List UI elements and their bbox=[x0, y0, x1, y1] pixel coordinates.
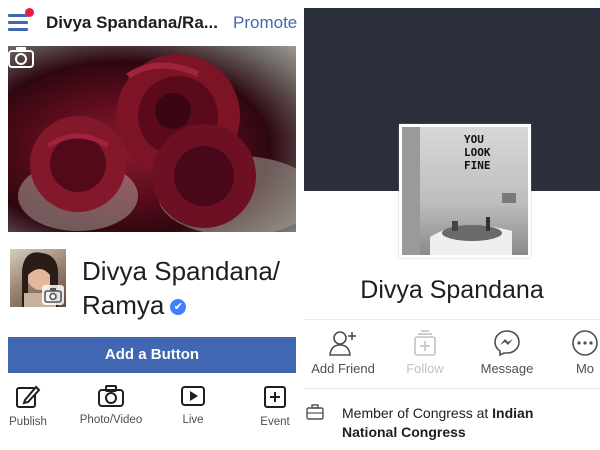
profile-name: Divya Spandana bbox=[360, 276, 544, 304]
event-action[interactable]: Event bbox=[257, 384, 293, 428]
add-friend-label: Add Friend bbox=[311, 361, 375, 376]
play-icon bbox=[181, 386, 205, 406]
work-info: Member of Congress at Indian National Co… bbox=[342, 404, 592, 442]
follow-button[interactable]: Follow bbox=[402, 329, 448, 376]
promote-link[interactable]: Promote bbox=[233, 13, 297, 33]
live-action[interactable]: Live bbox=[176, 384, 210, 426]
live-label: Live bbox=[182, 414, 204, 426]
add-event-icon bbox=[264, 386, 286, 408]
follow-label: Follow bbox=[406, 361, 444, 376]
page-actions: Publish Photo/Video Live Event bbox=[0, 384, 300, 434]
separator bbox=[304, 388, 600, 389]
publish-action[interactable]: Publish bbox=[6, 384, 50, 428]
messenger-icon bbox=[494, 330, 520, 357]
profile-name-line2: Ramya bbox=[82, 290, 165, 320]
publish-label: Publish bbox=[9, 416, 47, 428]
more-label: Mo bbox=[575, 361, 595, 376]
edit-icon bbox=[16, 385, 41, 408]
camera-icon[interactable] bbox=[8, 46, 34, 68]
menu-icon[interactable] bbox=[8, 8, 34, 32]
page-view-left: Divya Spandana/Ra... Promote Divya Spand… bbox=[0, 0, 300, 450]
add-friend-icon bbox=[329, 331, 356, 356]
more-icon bbox=[572, 330, 598, 356]
profile-name-line1: Divya Spandana/ bbox=[82, 256, 281, 286]
separator bbox=[304, 319, 600, 320]
profile-actions: Add Friend Follow Message Mo bbox=[304, 329, 600, 381]
event-label: Event bbox=[260, 416, 290, 428]
photo-graffiti-text: YOU LOOK FINE bbox=[464, 133, 491, 172]
change-photo-icon[interactable] bbox=[42, 285, 64, 305]
page-title: Divya Spandana/Ra... bbox=[46, 13, 218, 32]
notification-dot bbox=[25, 8, 34, 17]
message-button[interactable]: Message bbox=[476, 329, 538, 376]
photo-video-label: Photo/Video bbox=[79, 414, 143, 426]
top-bar: Divya Spandana/Ra... Promote bbox=[0, 0, 300, 46]
add-friend-button[interactable]: Add Friend bbox=[307, 329, 379, 376]
add-a-button[interactable]: Add a Button bbox=[8, 337, 296, 373]
cover-photo[interactable] bbox=[8, 46, 296, 232]
verified-badge-icon: ✔ bbox=[170, 299, 187, 316]
profile-name: Divya Spandana/ Ramya ✔ bbox=[82, 254, 280, 322]
profile-view-right: YOU LOOK FINE Divya Spandana Add Friend Fo… bbox=[304, 0, 600, 450]
photo-video-action[interactable]: Photo/Video bbox=[76, 384, 146, 426]
profile-picture[interactable] bbox=[8, 247, 68, 309]
message-label: Message bbox=[480, 361, 534, 376]
work-info-prefix: Member of Congress at bbox=[342, 405, 493, 421]
roses-image bbox=[18, 54, 296, 232]
camera-icon bbox=[98, 385, 124, 407]
follow-icon bbox=[414, 330, 436, 356]
profile-picture[interactable]: YOU LOOK FINE bbox=[399, 124, 531, 258]
briefcase-icon bbox=[306, 404, 324, 420]
more-button[interactable]: Mo bbox=[570, 329, 600, 376]
